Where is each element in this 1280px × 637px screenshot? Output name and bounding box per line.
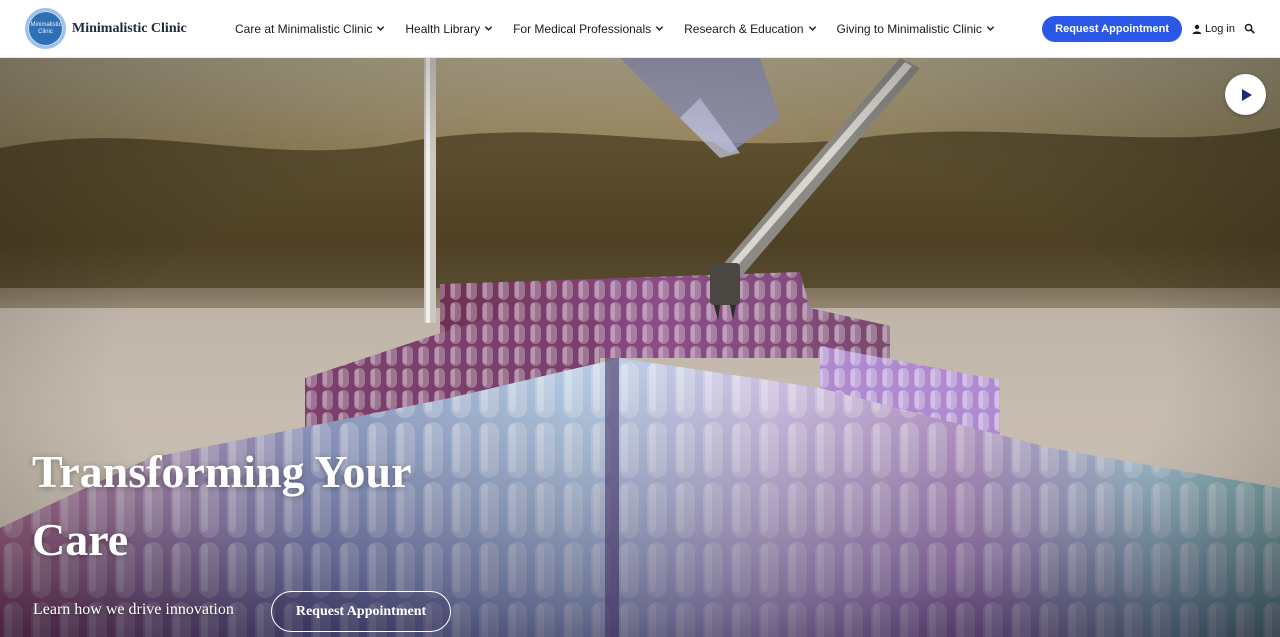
nav-item-giving[interactable]: Giving to Minimalistic Clinic: [837, 22, 995, 36]
nav-item-label: Research & Education: [684, 21, 804, 36]
request-appointment-button[interactable]: Request Appointment: [1042, 15, 1183, 42]
logo-badge: Minimalistic Clinic: [25, 8, 66, 49]
nav-item-health-library[interactable]: Health Library: [405, 22, 493, 36]
login-link[interactable]: Log in: [1192, 23, 1235, 35]
chevron-down-icon: [484, 26, 493, 31]
user-icon: [1192, 24, 1202, 34]
hero-subtitle-link[interactable]: Learn how we drive innovation: [33, 601, 234, 619]
site-header: Minimalistic Clinic Minimalistic Clinic …: [0, 0, 1280, 58]
site-logo[interactable]: Minimalistic Clinic Minimalistic Clinic: [25, 8, 195, 49]
header-actions: Request Appointment Log in: [1042, 15, 1256, 42]
nav-item-label: Giving to Minimalistic Clinic: [836, 21, 982, 36]
nav-item-label: Health Library: [405, 21, 481, 36]
nav-item-research-education[interactable]: Research & Education: [684, 22, 816, 36]
nav-item-medical-professionals[interactable]: For Medical Professionals: [513, 22, 664, 36]
main-nav: Care at Minimalistic Clinic Health Libra…: [235, 22, 1015, 36]
hero-banner: Transforming Your Care Learn how we driv…: [0, 58, 1280, 637]
hero-title: Transforming Your Care: [32, 446, 411, 565]
chevron-down-icon: [655, 26, 664, 31]
hero-request-appointment-button[interactable]: Request Appointment: [271, 591, 451, 632]
chevron-down-icon: [986, 26, 995, 31]
logo-text: Minimalistic Clinic: [72, 20, 187, 36]
login-label: Log in: [1205, 22, 1235, 35]
nav-item-care[interactable]: Care at Minimalistic Clinic: [235, 22, 385, 36]
chevron-down-icon: [808, 26, 816, 31]
nav-item-label: For Medical Professionals: [513, 21, 652, 36]
search-icon: [1244, 23, 1255, 34]
logo-badge-text: Minimalistic Clinic: [30, 21, 62, 35]
search-button[interactable]: [1244, 23, 1256, 35]
chevron-down-icon: [377, 26, 385, 31]
nav-item-label: Care at Minimalistic Clinic: [235, 21, 373, 36]
play-icon: [1241, 88, 1252, 101]
play-video-button[interactable]: [1225, 74, 1266, 115]
